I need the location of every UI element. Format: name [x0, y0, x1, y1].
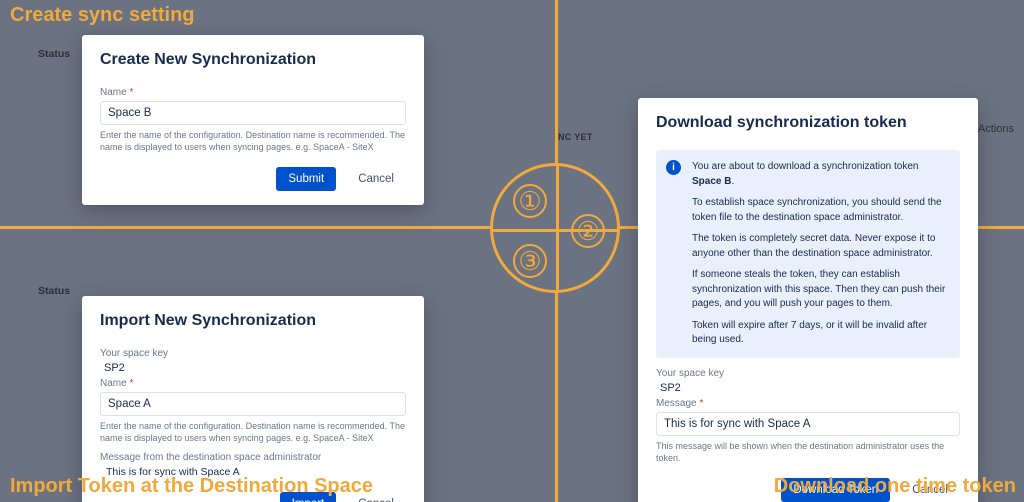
step-1-badge: ① [513, 184, 547, 218]
create-submit-button[interactable]: Submit [276, 167, 336, 191]
divider-vertical [555, 0, 558, 502]
download-dialog-title: Download synchronization token [656, 114, 960, 132]
create-sync-dialog: Create New Synchronization Name Enter th… [82, 35, 424, 205]
import-dialog-title: Import New Synchronization [100, 312, 406, 330]
import-admin-msg-label: Message from the destination space admin… [100, 452, 406, 463]
bg-status-col-2: Status [38, 285, 70, 297]
quadrant-title-create: Create sync setting [10, 4, 195, 27]
bg-actions-col: Actions [978, 123, 1014, 135]
download-message-input[interactable] [656, 412, 960, 436]
bg-no-sync: NC YET [558, 132, 593, 142]
create-dialog-title: Create New Synchronization [100, 51, 406, 69]
download-space-key-label: Your space key [656, 368, 960, 379]
step-3-badge: ③ [513, 244, 547, 278]
create-name-label: Name [100, 87, 406, 98]
download-message-hint: This message will be shown when the dest… [656, 440, 960, 464]
download-info-line4: If someone steals the token, they can es… [692, 268, 948, 312]
download-message-label: Message [656, 398, 960, 409]
download-info-line2: To establish space synchronization, you … [692, 196, 948, 225]
create-cancel-button[interactable]: Cancel [346, 167, 406, 191]
step-2-badge: ② [571, 214, 605, 248]
import-space-key-value: SP2 [100, 362, 406, 374]
info-icon: i [666, 160, 681, 175]
import-sync-dialog: Import New Synchronization Your space ke… [82, 296, 424, 502]
import-name-hint: Enter the name of the configuration. Des… [100, 420, 406, 444]
import-name-label: Name [100, 378, 406, 389]
download-info-line3: The token is completely secret data. Nev… [692, 232, 948, 261]
import-name-input[interactable] [100, 392, 406, 416]
download-info-line5: Token will expire after 7 days, or it wi… [692, 319, 948, 348]
download-space-key-value: SP2 [656, 382, 960, 394]
import-space-key-label: Your space key [100, 348, 406, 359]
create-name-input[interactable] [100, 101, 406, 125]
download-token-dialog: Download synchronization token i You are… [638, 98, 978, 502]
create-name-hint: Enter the name of the configuration. Des… [100, 129, 406, 153]
quadrant-title-download: Download one time token [774, 475, 1016, 498]
bg-status-col-1: Status [38, 48, 70, 60]
quadrant-title-import: Import Token at the Destination Space [10, 475, 373, 498]
download-info-line1: You are about to download a synchronizat… [692, 160, 948, 189]
download-info-panel: i You are about to download a synchroniz… [656, 150, 960, 358]
